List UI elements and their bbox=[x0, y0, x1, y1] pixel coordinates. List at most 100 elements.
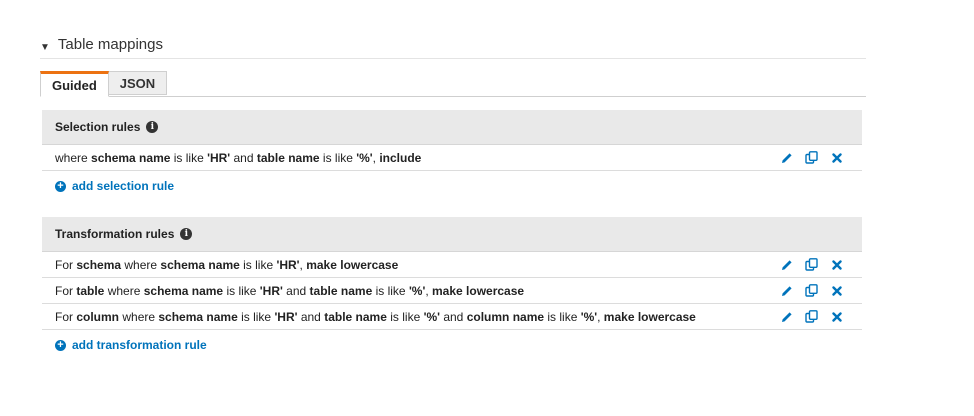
pencil-icon bbox=[781, 311, 793, 323]
rule-keyword: 'HR' bbox=[207, 150, 231, 165]
tab-guided[interactable]: Guided bbox=[40, 71, 109, 97]
section-title: Table mappings bbox=[57, 36, 163, 53]
rule-keyword: table name bbox=[324, 309, 387, 324]
delete-rule-button[interactable] bbox=[824, 152, 849, 163]
delete-rule-button[interactable] bbox=[824, 259, 849, 270]
close-icon bbox=[831, 285, 842, 296]
rule-keyword: 'HR' bbox=[259, 283, 283, 298]
info-icon[interactable]: i bbox=[180, 228, 193, 240]
rule-keyword: make lowercase bbox=[603, 309, 696, 324]
edit-rule-button[interactable] bbox=[774, 311, 799, 323]
add-selection-rule-link[interactable]: + add selection rule bbox=[42, 171, 862, 201]
rule-text-fragment: where bbox=[104, 283, 144, 298]
rule-text-fragment: is like bbox=[239, 257, 277, 272]
plus-circle-icon: + bbox=[55, 180, 66, 192]
rule-text-fragment: is like bbox=[319, 150, 357, 165]
copy-rule-button[interactable] bbox=[799, 151, 824, 164]
rule-actions bbox=[774, 145, 849, 170]
copy-rule-button[interactable] bbox=[799, 258, 824, 271]
rule-text-fragment: For bbox=[55, 309, 77, 324]
close-icon bbox=[831, 311, 842, 322]
rule-keyword: make lowercase bbox=[306, 257, 399, 272]
transformation-rules-header: Transformation rules i bbox=[42, 217, 862, 252]
rule-text-fragment: is like bbox=[544, 309, 581, 324]
transformation-rules-title: Transformation rules bbox=[55, 227, 175, 241]
rule-text-fragment: and bbox=[230, 150, 257, 165]
rule-actions bbox=[774, 278, 849, 303]
rule-keyword: include bbox=[379, 150, 422, 165]
rule-keyword: 'HR' bbox=[276, 257, 300, 272]
rule-text: For table where schema name is like 'HR'… bbox=[55, 284, 524, 298]
selection-rules-title: Selection rules bbox=[55, 120, 141, 134]
rule-keyword: 'HR' bbox=[274, 309, 298, 324]
close-icon bbox=[831, 152, 842, 163]
caret-down-icon[interactable]: ▼ bbox=[40, 42, 50, 53]
transformation-rules-panel: Transformation rules i For schema where … bbox=[42, 217, 862, 360]
rule-text-fragment: is like bbox=[223, 283, 260, 298]
selection-rules-panel: Selection rules i where schema name is l… bbox=[42, 110, 862, 201]
rule-text-fragment: is like bbox=[372, 283, 409, 298]
rule-text-fragment: For bbox=[55, 257, 77, 272]
add-selection-rule-label: add selection rule bbox=[72, 179, 175, 193]
rule-keyword: table bbox=[76, 283, 105, 298]
copy-icon bbox=[805, 310, 818, 323]
tab-json[interactable]: JSON bbox=[108, 71, 168, 95]
plus-circle-icon: + bbox=[55, 339, 66, 351]
rule-keyword: table name bbox=[256, 150, 320, 165]
pencil-icon bbox=[781, 285, 793, 297]
rule-keyword: table name bbox=[309, 283, 373, 298]
rule-text-fragment: and bbox=[439, 309, 467, 324]
copy-icon bbox=[805, 258, 818, 271]
rule-keyword: schema name bbox=[143, 283, 224, 298]
close-icon bbox=[831, 259, 842, 270]
rule-text-fragment: where bbox=[119, 309, 159, 324]
rule-keyword: '%' bbox=[423, 309, 440, 324]
rule-actions bbox=[774, 304, 849, 329]
rule-text-fragment: and bbox=[297, 309, 325, 324]
rule-text: where schema name is like 'HR' and table… bbox=[55, 151, 421, 165]
edit-rule-button[interactable] bbox=[774, 259, 799, 271]
info-icon[interactable]: i bbox=[146, 121, 159, 133]
selection-rule-row: where schema name is like 'HR' and table… bbox=[42, 145, 862, 171]
rule-keyword: schema name bbox=[158, 309, 238, 324]
transformation-rule-row: For schema where schema name is like 'HR… bbox=[42, 252, 862, 278]
rule-text: For schema where schema name is like 'HR… bbox=[55, 258, 398, 272]
selection-rules-header: Selection rules i bbox=[42, 110, 862, 145]
delete-rule-button[interactable] bbox=[824, 285, 849, 296]
copy-icon bbox=[805, 284, 818, 297]
transformation-rule-row: For column where schema name is like 'HR… bbox=[42, 304, 862, 330]
rule-keyword: column bbox=[76, 309, 120, 324]
pencil-icon bbox=[781, 259, 793, 271]
rule-keyword: column name bbox=[466, 309, 545, 324]
rule-text-fragment: is like bbox=[386, 309, 424, 324]
copy-rule-button[interactable] bbox=[799, 310, 824, 323]
rule-keyword: schema name bbox=[160, 257, 240, 272]
add-transformation-rule-link[interactable]: + add transformation rule bbox=[42, 330, 862, 360]
edit-rule-button[interactable] bbox=[774, 152, 799, 164]
rule-actions bbox=[774, 252, 849, 277]
add-transformation-rule-label: add transformation rule bbox=[72, 338, 207, 352]
rule-text-fragment: For bbox=[55, 283, 77, 298]
rule-text: For column where schema name is like 'HR… bbox=[55, 310, 696, 324]
rule-keyword: schema bbox=[76, 257, 122, 272]
rule-keyword: '%' bbox=[580, 309, 598, 324]
rule-keyword: '%' bbox=[408, 283, 426, 298]
rule-text-fragment: , bbox=[425, 283, 432, 298]
rule-text-fragment: where bbox=[121, 257, 161, 272]
rule-keyword: '%' bbox=[356, 150, 373, 165]
rule-text-fragment: is like bbox=[237, 309, 275, 324]
rule-text-fragment: and bbox=[282, 283, 310, 298]
section-header[interactable]: ▼ Table mappings bbox=[40, 36, 866, 59]
rule-text-fragment: where bbox=[55, 150, 92, 165]
rule-keyword: schema name bbox=[91, 150, 171, 165]
rule-text-fragment: is like bbox=[170, 150, 208, 165]
copy-icon bbox=[805, 151, 818, 164]
edit-rule-button[interactable] bbox=[774, 285, 799, 297]
rule-text-fragment: , bbox=[597, 309, 604, 324]
delete-rule-button[interactable] bbox=[824, 311, 849, 322]
transformation-rule-row: For table where schema name is like 'HR'… bbox=[42, 278, 862, 304]
copy-rule-button[interactable] bbox=[799, 284, 824, 297]
pencil-icon bbox=[781, 152, 793, 164]
rule-keyword: make lowercase bbox=[432, 283, 525, 298]
tab-bar: Guided JSON bbox=[40, 71, 866, 97]
